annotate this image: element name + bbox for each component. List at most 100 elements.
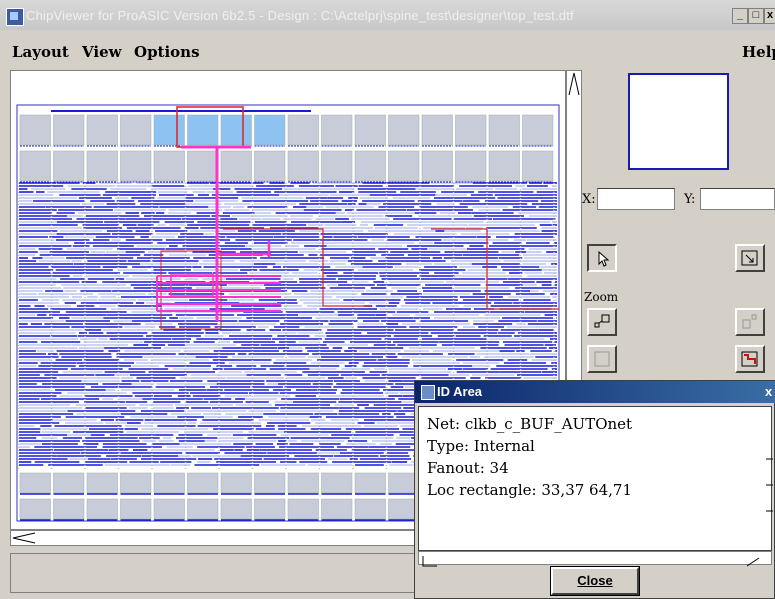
io-block: [287, 472, 319, 494]
ram-block: [421, 150, 453, 182]
ram-block: [321, 114, 353, 146]
minimize-button[interactable]: _: [732, 8, 748, 24]
ram-block: [153, 114, 185, 146]
y-coord-label: Y:: [684, 192, 696, 207]
loc-rectangle: Loc rectangle: 33,37 64,71: [427, 481, 632, 499]
io-block: [187, 472, 219, 494]
ram-block: [120, 150, 152, 182]
y-coord-field[interactable]: [700, 188, 775, 210]
ram-block: [187, 150, 219, 182]
menu-layout[interactable]: Layout: [12, 43, 69, 61]
app-icon[interactable]: [6, 8, 24, 26]
info-scroll-arrows-icon: [422, 556, 760, 567]
dialog-close-icon[interactable]: x: [765, 384, 772, 399]
ram-block: [86, 150, 118, 182]
ram-block: [388, 150, 420, 182]
info-horizontal-scrollbar[interactable]: [418, 551, 772, 567]
id-area-title-bar[interactable]: ID Area x: [415, 381, 775, 403]
id-area-title: ID Area: [437, 384, 483, 399]
io-block: [153, 472, 185, 494]
io-block: [53, 472, 85, 494]
io-block: [53, 498, 85, 520]
io-block: [187, 498, 219, 520]
scroll-left-arrow-icon[interactable]: [11, 531, 41, 545]
zoom-out-icon: [742, 314, 757, 329]
ram-block: [187, 114, 219, 146]
ram-block: [287, 114, 319, 146]
ram-block: [254, 150, 286, 182]
ram-block: [19, 150, 51, 182]
io-block: [19, 472, 51, 494]
zoom-fit-icon: [594, 351, 610, 367]
io-block: [220, 498, 252, 520]
ram-block: [254, 114, 286, 146]
ram-block: [153, 150, 185, 182]
ram-block: [354, 150, 386, 182]
ram-block: [321, 150, 353, 182]
ram-block: [522, 150, 554, 182]
info-scrollbar-marks-icon: [766, 458, 773, 512]
io-block: [86, 498, 118, 520]
io-block: [287, 498, 319, 520]
io-block: [354, 472, 386, 494]
zoom-window-button[interactable]: [735, 244, 765, 272]
menu-view[interactable]: View: [82, 43, 122, 61]
x-coord-field[interactable]: [597, 188, 675, 210]
ram-block: [354, 114, 386, 146]
maximize-button[interactable]: □: [748, 8, 764, 24]
ram-block: [488, 114, 520, 146]
zoom-box-icon: [741, 351, 758, 367]
close-window-button[interactable]: x: [764, 8, 775, 24]
io-block: [321, 498, 353, 520]
ram-block: [53, 114, 85, 146]
net-type: Type: Internal: [427, 437, 535, 455]
io-block: [86, 472, 118, 494]
arrow-pointer-icon: [598, 250, 610, 267]
ram-block: [120, 114, 152, 146]
ram-block: [220, 150, 252, 182]
ram-block: [86, 114, 118, 146]
overview-panel[interactable]: [628, 73, 729, 170]
io-block: [220, 472, 252, 494]
io-block: [153, 498, 185, 520]
ram-block: [53, 150, 85, 182]
ram-block: [455, 114, 487, 146]
ram-block: [220, 114, 252, 146]
ram-block: [522, 114, 554, 146]
info-vertical-scrollbar[interactable]: [763, 407, 773, 550]
x-coord-label: X:: [582, 192, 596, 207]
dialog-app-icon: [421, 385, 435, 400]
io-block: [354, 498, 386, 520]
ram-block: [388, 114, 420, 146]
io-block: [19, 498, 51, 520]
zoom-label: Zoom: [584, 290, 619, 304]
window-title: ChipViewer for ProASIC Version 6b2.5 - D…: [26, 8, 574, 23]
net-fanout: Fanout: 34: [427, 459, 509, 477]
io-block: [120, 472, 152, 494]
ram-block: [19, 114, 51, 146]
ram-block: [455, 150, 487, 182]
menu-bar: Layout View Options Help: [0, 40, 775, 64]
close-button[interactable]: Close: [550, 566, 640, 596]
net-name: Net: clkb_c_BUF_AUTOnet: [427, 415, 633, 433]
menu-help[interactable]: Help: [742, 43, 775, 61]
scroll-up-arrow-icon[interactable]: [567, 71, 581, 101]
zoom-box-button[interactable]: [735, 345, 765, 373]
io-block: [254, 472, 286, 494]
net-info-text-area[interactable]: Net: clkb_c_BUF_AUTOnet Type: Internal F…: [418, 406, 773, 551]
ram-block: [488, 150, 520, 182]
io-block: [321, 472, 353, 494]
zoom-in-icon: [594, 314, 610, 328]
status-bar: [10, 553, 420, 593]
zoom-out-button[interactable]: [735, 308, 765, 336]
menu-options[interactable]: Options: [134, 43, 200, 61]
zoom-fit-button[interactable]: [587, 345, 617, 373]
ram-block: [421, 114, 453, 146]
id-area-dialog: ID Area x Net: clkb_c_BUF_AUTOnet Type: …: [414, 380, 775, 599]
io-block: [120, 498, 152, 520]
select-tool-button[interactable]: [587, 244, 617, 272]
zoom-in-button[interactable]: [587, 308, 617, 336]
ram-block: [287, 150, 319, 182]
zoom-window-icon: [741, 250, 758, 266]
title-bar: ChipViewer for ProASIC Version 6b2.5 - D…: [0, 0, 775, 30]
